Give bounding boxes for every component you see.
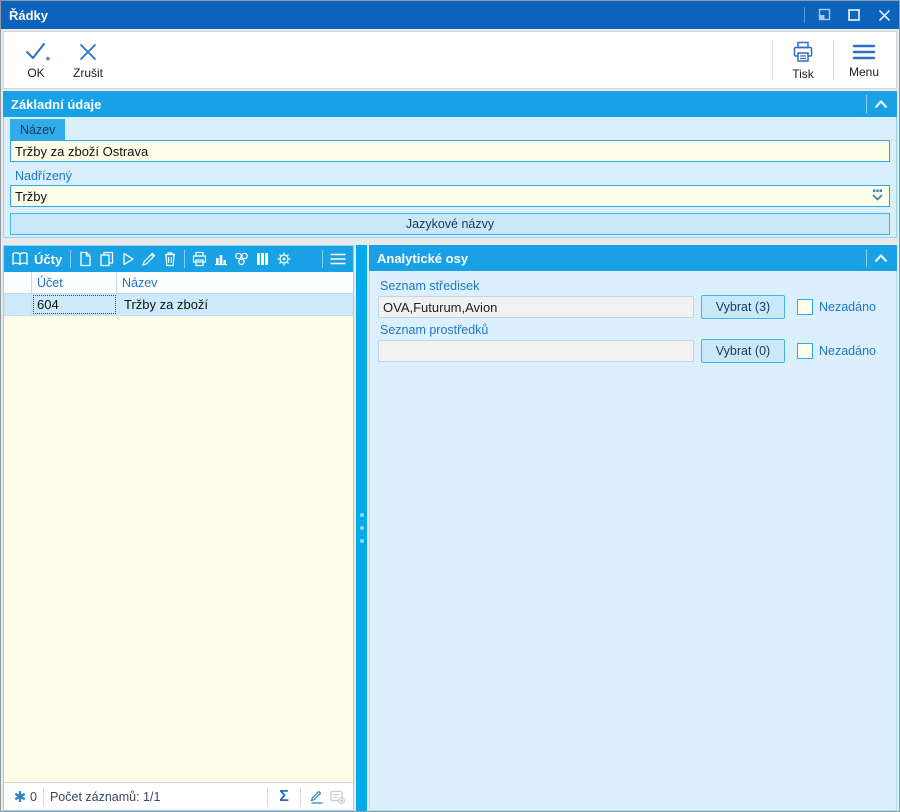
accounts-panel: Účty — [3, 245, 354, 811]
app-window: Řádky * OK Zrušit — [0, 0, 900, 812]
accounts-statusbar: ✱ 0 Počet záznamů: 1/1 Σ — [4, 782, 353, 810]
print-button-label: Tisk — [792, 67, 814, 81]
resources-nezadano-label: Nezadáno — [819, 344, 876, 358]
accounts-panel-header: Účty — [4, 246, 353, 272]
axes-panel: Analytické osy Seznam středisek Vybrat (… — [369, 245, 897, 811]
maximize-button[interactable] — [839, 1, 869, 29]
combo-dropdown-icon[interactable] — [869, 188, 886, 203]
statusbar-separator — [267, 788, 268, 806]
language-names-button[interactable]: Jazykové názvy — [10, 213, 890, 235]
basic-section-header[interactable]: Základní údaje — [3, 91, 897, 117]
edit-mode-pencil-icon[interactable] — [307, 789, 327, 805]
dock-icon — [817, 8, 831, 22]
accounts-grid-header: Účet Název — [4, 272, 353, 294]
toolbar-separator — [833, 40, 834, 80]
changes-counter: 0 — [30, 790, 37, 804]
nazev-input[interactable] — [10, 140, 890, 162]
record-count-label: Počet záznamů: 1/1 — [50, 790, 160, 804]
nadrizeny-combo-input[interactable] — [10, 185, 890, 207]
printer-icon — [790, 40, 816, 64]
accounts-panel-title: Účty — [34, 252, 62, 267]
run-icon[interactable] — [118, 250, 137, 269]
column-header-nazev[interactable]: Název — [117, 272, 353, 293]
basic-section-title: Základní údaje — [11, 97, 101, 112]
statusbar-separator — [43, 788, 44, 806]
cell-ucet[interactable]: 604 — [32, 294, 117, 315]
dock-window-button[interactable] — [809, 1, 839, 29]
nadrizeny-field-label: Nadřízený — [15, 169, 72, 183]
titlebar: Řádky — [1, 1, 899, 29]
nazev-field-label: Název — [10, 119, 65, 140]
edit-pencil-icon[interactable] — [139, 250, 158, 269]
panel-header-separator — [184, 250, 185, 268]
copy-record-icon[interactable] — [97, 250, 116, 269]
ok-button-label: OK — [27, 66, 44, 80]
header-separator — [866, 249, 867, 267]
resources-list-input[interactable] — [378, 340, 694, 362]
panel-header-separator — [322, 250, 323, 268]
axes-panel-title: Analytické osy — [377, 251, 468, 266]
columns-icon[interactable] — [253, 250, 272, 269]
column-header-ucet[interactable]: Účet — [32, 272, 117, 293]
sum-sigma-icon[interactable]: Σ — [274, 788, 294, 806]
axes-panel-header[interactable]: Analytické osy — [369, 245, 897, 271]
axes-panel-body: Seznam středisek Vybrat (3) Nezadáno Sez… — [369, 271, 897, 811]
maximize-icon — [848, 9, 860, 21]
print-list-icon[interactable] — [190, 250, 209, 269]
print-button[interactable]: Tisk — [777, 34, 829, 86]
resources-nezadano-checkbox[interactable] — [797, 343, 813, 359]
pivot-wheels-icon[interactable] — [232, 250, 251, 269]
basic-section-body: Název Nadřízený Jazykové názvy — [3, 117, 897, 238]
centers-list-label: Seznam středisek — [380, 279, 479, 293]
accounts-grid-empty-area — [4, 316, 353, 782]
collapse-chevron-up-icon[interactable] — [873, 252, 889, 264]
table-row[interactable]: 604 Tržby za zboží — [4, 294, 353, 316]
toolbar-separator — [772, 40, 773, 80]
cancel-button[interactable]: Zrušit — [62, 34, 114, 86]
ok-check-icon — [24, 41, 48, 63]
splitter-grip-dot — [360, 539, 364, 543]
delete-trash-icon[interactable] — [160, 250, 179, 269]
menu-button-label: Menu — [849, 65, 879, 79]
centers-select-button[interactable]: Vybrat (3) — [701, 295, 785, 319]
add-related-record-icon — [327, 789, 347, 805]
panel-header-separator — [70, 250, 71, 268]
main-toolbar: * OK Zrušit Tisk — [3, 31, 897, 89]
splitter-grip-dot — [360, 526, 364, 530]
centers-list-input[interactable] — [378, 296, 694, 318]
close-button[interactable] — [869, 1, 899, 29]
window-title: Řádky — [9, 8, 48, 23]
row-selector-header — [4, 272, 32, 293]
new-record-icon[interactable] — [76, 250, 95, 269]
panel-menu-icon[interactable] — [328, 250, 347, 269]
panel-splitter[interactable] — [356, 245, 367, 811]
close-icon — [878, 9, 891, 22]
collapse-chevron-up-icon[interactable] — [873, 98, 889, 110]
statusbar-separator — [300, 788, 301, 806]
resources-select-button[interactable]: Vybrat (0) — [701, 339, 785, 363]
hamburger-menu-icon — [852, 42, 876, 62]
settings-gear-icon[interactable] — [274, 250, 293, 269]
header-separator — [866, 95, 867, 113]
book-icon — [10, 250, 29, 269]
splitter-grip-dot — [360, 513, 364, 517]
row-selector-cell[interactable] — [4, 294, 32, 315]
cancel-x-icon — [77, 41, 99, 63]
cell-nazev[interactable]: Tržby za zboží — [117, 294, 353, 315]
ok-star-mark: * — [46, 55, 50, 67]
centers-nezadano-checkbox[interactable] — [797, 299, 813, 315]
titlebar-separator — [804, 7, 805, 23]
centers-nezadano-label: Nezadáno — [819, 300, 876, 314]
ok-button[interactable]: * OK — [10, 34, 62, 86]
menu-button[interactable]: Menu — [838, 34, 890, 86]
chart-icon[interactable] — [211, 250, 230, 269]
changes-asterisk-icon: ✱ — [10, 788, 30, 806]
resources-list-label: Seznam prostředků — [380, 323, 488, 337]
cancel-button-label: Zrušit — [73, 66, 103, 80]
